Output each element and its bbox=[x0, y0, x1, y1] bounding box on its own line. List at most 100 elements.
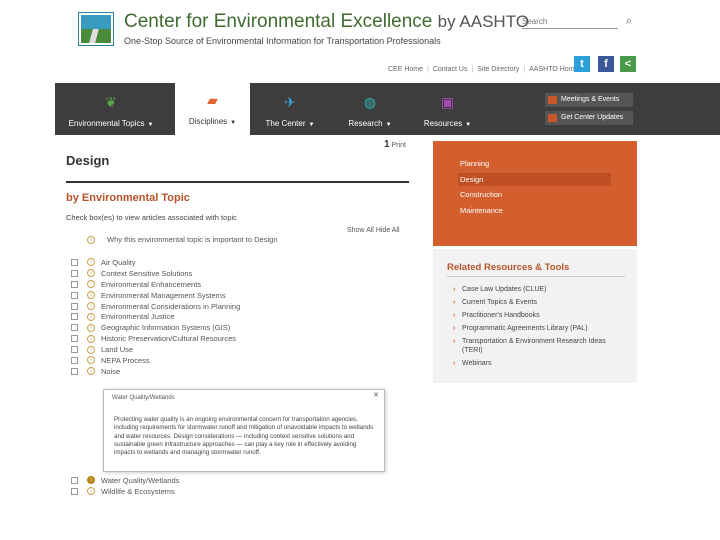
topic-list: i Air Quality i Context Sensitive Solutions… bbox=[71, 257, 240, 377]
topic-label[interactable]: Environmental Justice bbox=[101, 312, 174, 321]
info-icon[interactable]: i bbox=[87, 323, 95, 332]
info-icon[interactable]: i bbox=[87, 356, 95, 365]
twitter-icon[interactable]: t bbox=[574, 56, 590, 72]
show-hide-links: Show All Hide All bbox=[347, 227, 400, 234]
nav-disciplines[interactable]: ▰ Disciplines ▼ bbox=[175, 81, 250, 135]
topic-checkbox[interactable] bbox=[71, 291, 78, 299]
topic-row: i Context Sensitive Solutions bbox=[71, 268, 240, 279]
sidebar-item-construction[interactable]: Construction bbox=[460, 190, 502, 199]
resource-link[interactable]: Transportation & Environment Research Id… bbox=[453, 337, 625, 355]
topic-row: i Environmental Enhancements bbox=[71, 279, 240, 290]
facebook-icon[interactable]: f bbox=[598, 56, 614, 72]
info-icon[interactable]: i bbox=[87, 280, 95, 289]
topic-label[interactable]: Noise bbox=[101, 367, 120, 376]
topic-list-continued: i Water Quality/Wetlands i Wildlife & Ecosy… bbox=[71, 475, 179, 497]
nav-label: The Center bbox=[265, 119, 306, 128]
sidebar-item-planning[interactable]: Planning bbox=[460, 159, 489, 168]
leaf-icon: ❦ bbox=[105, 94, 117, 110]
topic-checkbox[interactable] bbox=[71, 487, 78, 495]
screen-icon: ▣ bbox=[440, 94, 455, 110]
info-icon[interactable]: i bbox=[87, 367, 95, 376]
print-link[interactable]: 1 Print bbox=[384, 139, 406, 150]
resource-link[interactable]: Case Law Updates (CLUE) bbox=[453, 285, 625, 294]
utility-link[interactable]: Contact Us bbox=[433, 66, 468, 73]
topic-label[interactable]: Wildlife & Ecosystems bbox=[101, 487, 175, 496]
info-icon[interactable]: i bbox=[87, 487, 95, 496]
show-all-link[interactable]: Show All bbox=[347, 227, 374, 234]
get-updates-button[interactable]: Get Center Updates bbox=[545, 111, 633, 125]
mail-icon bbox=[548, 114, 557, 122]
topic-label[interactable]: NEPA Process bbox=[101, 356, 150, 365]
section-heading: by Environmental Topic bbox=[66, 192, 190, 204]
topic-checkbox[interactable] bbox=[71, 280, 78, 288]
topic-checkbox[interactable] bbox=[71, 335, 78, 343]
topic-checkbox[interactable] bbox=[71, 258, 78, 266]
info-icon[interactable]: i bbox=[87, 476, 95, 485]
resource-link[interactable]: Webinars bbox=[453, 359, 625, 368]
topic-checkbox[interactable] bbox=[71, 324, 78, 332]
topic-checkbox[interactable] bbox=[71, 356, 78, 364]
resources-heading: Related Resources & Tools bbox=[447, 262, 570, 273]
nav-resources[interactable]: ▣ Resources ▼ bbox=[410, 83, 485, 135]
topic-row: i Environmental Considerations in Plannin… bbox=[71, 301, 240, 312]
why-important-row[interactable]: i Why this environmental topic is import… bbox=[87, 235, 278, 244]
topic-label[interactable]: Air Quality bbox=[101, 258, 136, 267]
nav-environmental-topics[interactable]: ❦ Environmental Topics ▼ bbox=[63, 83, 159, 135]
utility-link[interactable]: Site Directory bbox=[477, 66, 519, 73]
site-title-by: by AASHTO bbox=[437, 12, 529, 31]
topic-row: i Noise bbox=[71, 366, 240, 377]
topic-row: i Air Quality bbox=[71, 257, 240, 268]
info-icon[interactable]: i bbox=[87, 235, 95, 244]
site-title[interactable]: Center for Environmental Excellence by A… bbox=[124, 11, 529, 33]
main-nav: ❦ Environmental Topics ▼ ▰ Disciplines ▼ ✈… bbox=[55, 81, 720, 135]
topic-checkbox[interactable] bbox=[71, 367, 78, 375]
site-logo[interactable] bbox=[78, 12, 114, 46]
link-separator: | bbox=[471, 66, 474, 73]
info-icon[interactable]: i bbox=[87, 345, 95, 354]
topic-label[interactable]: Land Use bbox=[101, 345, 133, 354]
topic-checkbox[interactable] bbox=[71, 313, 78, 321]
resource-link[interactable]: Current Topics & Events bbox=[453, 298, 625, 307]
topic-checkbox[interactable] bbox=[71, 269, 78, 277]
topic-label[interactable]: Geographic Information Systems (GIS) bbox=[101, 323, 230, 332]
site-subtitle: One-Stop Source of Environmental Informa… bbox=[124, 36, 441, 46]
resource-link[interactable]: Practitioner's Handbooks bbox=[453, 311, 625, 320]
topic-row: i Land Use bbox=[71, 344, 240, 355]
info-icon[interactable]: i bbox=[87, 334, 95, 343]
topic-checkbox[interactable] bbox=[71, 346, 78, 354]
get-updates-label: Get Center Updates bbox=[561, 114, 624, 121]
topic-label[interactable]: Environmental Enhancements bbox=[101, 280, 201, 289]
nav-the-center[interactable]: ✈ The Center ▼ bbox=[255, 83, 325, 135]
meetings-events-button[interactable]: Meetings & Events bbox=[545, 93, 633, 107]
topic-label[interactable]: Context Sensitive Solutions bbox=[101, 269, 192, 278]
info-icon[interactable]: i bbox=[87, 258, 95, 267]
search-input[interactable] bbox=[522, 15, 618, 29]
sidebar-item-maintenance[interactable]: Maintenance bbox=[460, 206, 503, 215]
hide-all-link[interactable]: Hide All bbox=[376, 227, 400, 234]
search-icon[interactable]: ⌕ bbox=[622, 14, 636, 28]
topic-label[interactable]: Historic Preservation/Cultural Resources bbox=[101, 334, 236, 343]
nav-research[interactable]: ◍ Research ▼ bbox=[335, 83, 405, 135]
info-icon[interactable]: i bbox=[87, 312, 95, 321]
meetings-events-label: Meetings & Events bbox=[561, 96, 620, 103]
folder-icon: ▰ bbox=[207, 92, 218, 108]
close-icon[interactable]: ✕ bbox=[372, 392, 380, 400]
topic-row: i Environmental Management Systems bbox=[71, 290, 240, 301]
topic-checkbox[interactable] bbox=[71, 476, 78, 484]
bird-icon: ✈ bbox=[284, 94, 296, 110]
topic-row: i NEPA Process bbox=[71, 355, 240, 366]
topic-label[interactable]: Environmental Management Systems bbox=[101, 291, 226, 300]
popup-title: Water Quality/Wetlands bbox=[112, 395, 175, 401]
info-icon[interactable]: i bbox=[87, 302, 95, 310]
info-icon[interactable]: i bbox=[87, 269, 95, 278]
utility-link[interactable]: CEE Home bbox=[388, 66, 423, 73]
info-icon[interactable]: i bbox=[87, 291, 95, 300]
resource-link[interactable]: Programmatic Agreements Library (PAL) bbox=[453, 324, 625, 333]
site-title-text: Center for Environmental Excellence bbox=[124, 11, 433, 32]
topic-label[interactable]: Water Quality/Wetlands bbox=[101, 476, 179, 485]
share-icon[interactable]: < bbox=[620, 56, 636, 72]
sidebar-item-design[interactable]: Design bbox=[458, 173, 611, 186]
topic-label[interactable]: Environmental Considerations in Planning bbox=[101, 302, 240, 311]
topic-checkbox[interactable] bbox=[71, 302, 78, 310]
utility-link[interactable]: AASHTO Home bbox=[529, 66, 578, 73]
